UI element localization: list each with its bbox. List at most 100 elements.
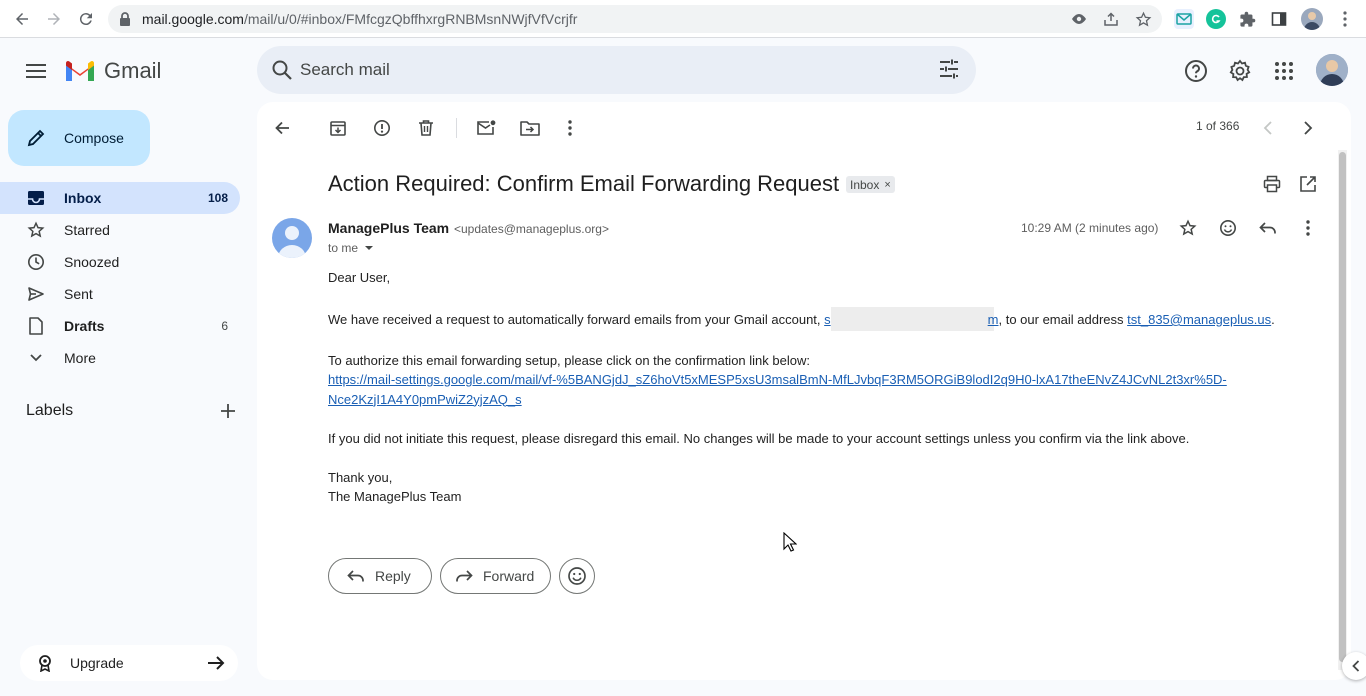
labels-section-header: Labels	[26, 402, 236, 420]
gmail-logo[interactable]: Gmail	[64, 57, 161, 85]
emoji-reaction-button[interactable]	[559, 558, 595, 594]
older-chevron-right-icon[interactable]	[1296, 116, 1320, 140]
label-chip-text: Inbox	[850, 177, 880, 192]
mouse-cursor-icon	[783, 532, 797, 552]
email-subject: Action Required: Confirm Email Forwardin…	[328, 171, 840, 196]
sidebar-item-label: Drafts	[64, 318, 105, 334]
browser-profile-avatar[interactable]	[1301, 8, 1323, 30]
forward-label: Forward	[483, 568, 535, 584]
url-text: mail.google.com/mail/u/0/#inbox/FMfcgzQb…	[142, 11, 578, 27]
reload-icon[interactable]	[74, 7, 98, 31]
sidebar-item-label: Starred	[64, 222, 110, 238]
browser-menu-icon[interactable]	[1335, 9, 1355, 29]
add-label-plus-icon[interactable]	[220, 403, 236, 419]
gmail-logo-text: Gmail	[104, 58, 162, 83]
sender-name[interactable]: ManagePlus Team	[328, 220, 449, 236]
open-in-new-window-icon[interactable]	[1296, 172, 1320, 196]
message-more-options-icon[interactable]	[1296, 216, 1320, 240]
sidebar-item-label: Inbox	[64, 190, 102, 206]
extensions-puzzle-icon[interactable]	[1237, 9, 1257, 29]
back-arrow-icon[interactable]	[10, 7, 34, 31]
recipient-text: to me	[328, 241, 359, 255]
email-paragraph-disregard: If you did not initiate this request, pl…	[328, 430, 1190, 446]
main-menu-icon[interactable]	[22, 57, 50, 85]
browser-toolbar: mail.google.com/mail/u/0/#inbox/FMfcgzQb…	[0, 0, 1366, 38]
inbox-unread-count: 108	[207, 191, 228, 205]
newer-chevron-left-icon[interactable]	[1256, 116, 1280, 140]
drafts-count: 6	[221, 319, 228, 333]
delete-trash-icon[interactable]	[414, 116, 438, 140]
account-avatar[interactable]	[1316, 54, 1348, 86]
print-icon[interactable]	[1260, 172, 1284, 196]
chevron-down-icon[interactable]	[364, 245, 374, 251]
upgrade-button[interactable]: Upgrade	[20, 645, 238, 681]
compose-button[interactable]: Compose	[8, 110, 150, 166]
bookmark-star-icon[interactable]	[1133, 9, 1153, 29]
sender-avatar[interactable]	[272, 218, 312, 258]
email-body: Dear User, We have received a request to…	[328, 268, 1318, 526]
reply-label: Reply	[375, 568, 411, 584]
side-panel-toggle-chevron-left-icon[interactable]	[1342, 652, 1366, 680]
scrollbar-thumb[interactable]	[1339, 152, 1346, 662]
sidebar-item-label: More	[64, 350, 96, 366]
add-reaction-emoji-icon[interactable]	[1216, 216, 1240, 240]
inbox-label-chip[interactable]: Inbox ×	[846, 176, 895, 193]
move-to-folder-icon[interactable]	[518, 116, 542, 140]
upgrade-badge-icon	[36, 654, 54, 672]
forward-arrow-icon[interactable]	[42, 7, 66, 31]
sidebar-item-sent[interactable]: Sent	[0, 278, 240, 310]
smiley-icon	[567, 566, 587, 586]
remove-label-close-icon[interactable]: ×	[884, 179, 890, 191]
search-icon[interactable]	[270, 58, 294, 82]
labels-heading: Labels	[26, 402, 74, 419]
forwarding-address-link[interactable]: tst_835@manageplus.us	[1127, 312, 1271, 327]
lock-icon	[118, 11, 132, 27]
arrow-right-icon	[206, 653, 226, 673]
side-panel-icon[interactable]	[1269, 9, 1289, 29]
email-signoff: Thank you, The ManagePlus Team	[328, 469, 462, 505]
forward-arrow-icon	[455, 569, 473, 583]
star-icon	[26, 220, 46, 240]
mark-unread-icon[interactable]	[474, 116, 498, 140]
address-bar[interactable]: mail.google.com/mail/u/0/#inbox/FMfcgzQb…	[108, 5, 1162, 33]
more-options-vertical-icon[interactable]	[558, 116, 582, 140]
email-paragraph-forwarding-request: We have received a request to automatica…	[328, 307, 1318, 331]
settings-gear-icon[interactable]	[1227, 58, 1253, 84]
reply-button[interactable]: Reply	[328, 558, 432, 594]
gmail-m-icon	[66, 61, 94, 81]
sidebar-item-snoozed[interactable]: Snoozed	[0, 246, 240, 278]
help-icon[interactable]	[1183, 58, 1209, 84]
search-options-icon[interactable]	[938, 58, 960, 80]
toolbar-divider	[456, 118, 457, 138]
search-input[interactable]	[300, 46, 900, 94]
compose-label: Compose	[64, 130, 124, 146]
sidebar-item-label: Sent	[64, 286, 93, 302]
inbox-icon	[26, 188, 46, 208]
mail-extension-icon[interactable]	[1174, 9, 1194, 29]
sidebar-item-more[interactable]: More	[0, 342, 240, 374]
grammarly-icon[interactable]	[1206, 9, 1226, 29]
reply-arrow-icon	[347, 569, 365, 583]
scrollbar[interactable]	[1338, 150, 1347, 670]
sidebar-item-label: Snoozed	[64, 254, 120, 270]
reply-arrow-icon[interactable]	[1256, 216, 1280, 240]
archive-icon[interactable]	[326, 116, 350, 140]
report-spam-icon[interactable]	[370, 116, 394, 140]
sidebar-item-drafts[interactable]: Drafts 6	[0, 310, 240, 342]
redacted-account-link[interactable]: sm	[824, 307, 999, 331]
sidebar-item-starred[interactable]: Starred	[0, 214, 240, 246]
share-icon[interactable]	[1101, 9, 1121, 29]
forward-button[interactable]: Forward	[440, 558, 551, 594]
apps-grid-icon[interactable]	[1271, 58, 1297, 84]
sidebar-item-inbox[interactable]: Inbox 108	[0, 182, 240, 214]
received-timestamp: 10:29 AM (2 minutes ago)	[1021, 221, 1159, 235]
confirmation-link[interactable]: https://mail-settings.google.com/mail/vf…	[328, 372, 1227, 407]
star-icon[interactable]	[1176, 216, 1200, 240]
pencil-icon	[26, 128, 46, 148]
draft-file-icon	[26, 316, 46, 336]
recipient-details[interactable]: to me	[328, 241, 374, 255]
search-bar[interactable]	[257, 46, 976, 94]
send-icon	[26, 284, 46, 304]
eye-icon[interactable]	[1069, 9, 1089, 29]
back-to-inbox-arrow-icon[interactable]	[270, 116, 294, 140]
